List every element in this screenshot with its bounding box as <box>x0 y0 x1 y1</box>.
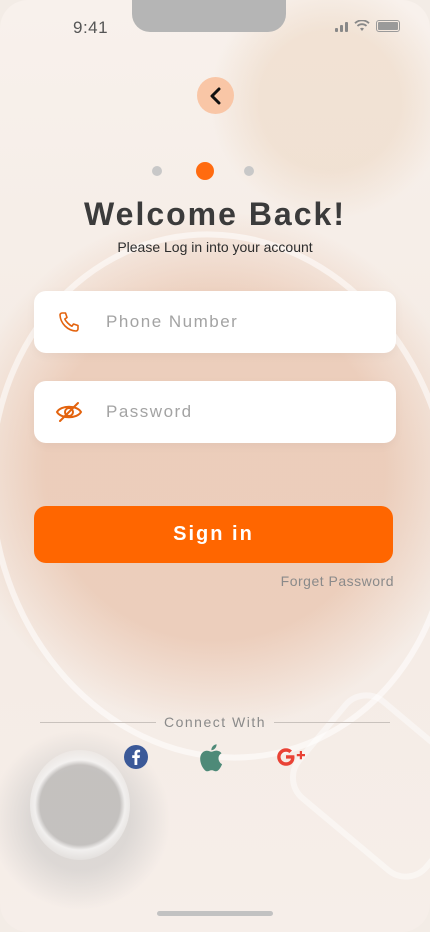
password-field[interactable] <box>34 381 396 443</box>
chevron-left-icon <box>210 87 220 104</box>
pager-dot[interactable] <box>244 166 254 176</box>
signal-icon <box>330 22 348 32</box>
status-time: 9:41 <box>73 18 109 37</box>
onboarding-pager <box>0 161 430 181</box>
facebook-button[interactable] <box>121 742 151 772</box>
connect-with-label: Connect With <box>163 714 267 730</box>
eye-off-icon[interactable] <box>54 397 84 427</box>
apple-icon <box>200 744 223 772</box>
phone-icon <box>54 307 84 337</box>
wifi-icon <box>354 20 370 31</box>
home-indicator <box>157 911 273 916</box>
pager-dot-active[interactable] <box>196 162 214 180</box>
google-plus-icon <box>277 748 305 766</box>
divider-line <box>40 721 156 723</box>
background-bowl <box>30 750 130 860</box>
device-notch <box>132 0 286 32</box>
phone-input[interactable] <box>104 311 358 333</box>
battery-icon <box>376 20 400 32</box>
back-button[interactable] <box>197 77 234 114</box>
page-title: Welcome Back! <box>84 196 346 232</box>
phone-field[interactable] <box>34 291 396 353</box>
connect-with-divider: Connect With <box>40 712 391 732</box>
page-subtitle: Please Log in into your account <box>117 239 313 255</box>
apple-button[interactable] <box>198 742 228 772</box>
facebook-icon <box>124 745 148 769</box>
phone-screen: 9:41 Welcome Back! Please Log in into yo… <box>0 0 430 932</box>
divider-line <box>274 721 391 723</box>
sign-in-button[interactable]: Sign in <box>34 506 393 563</box>
forget-password-link[interactable]: Forget Password <box>281 573 394 589</box>
status-icons <box>330 20 400 32</box>
pager-dot[interactable] <box>152 166 162 176</box>
password-input[interactable] <box>104 401 358 423</box>
google-plus-button[interactable] <box>277 742 307 772</box>
